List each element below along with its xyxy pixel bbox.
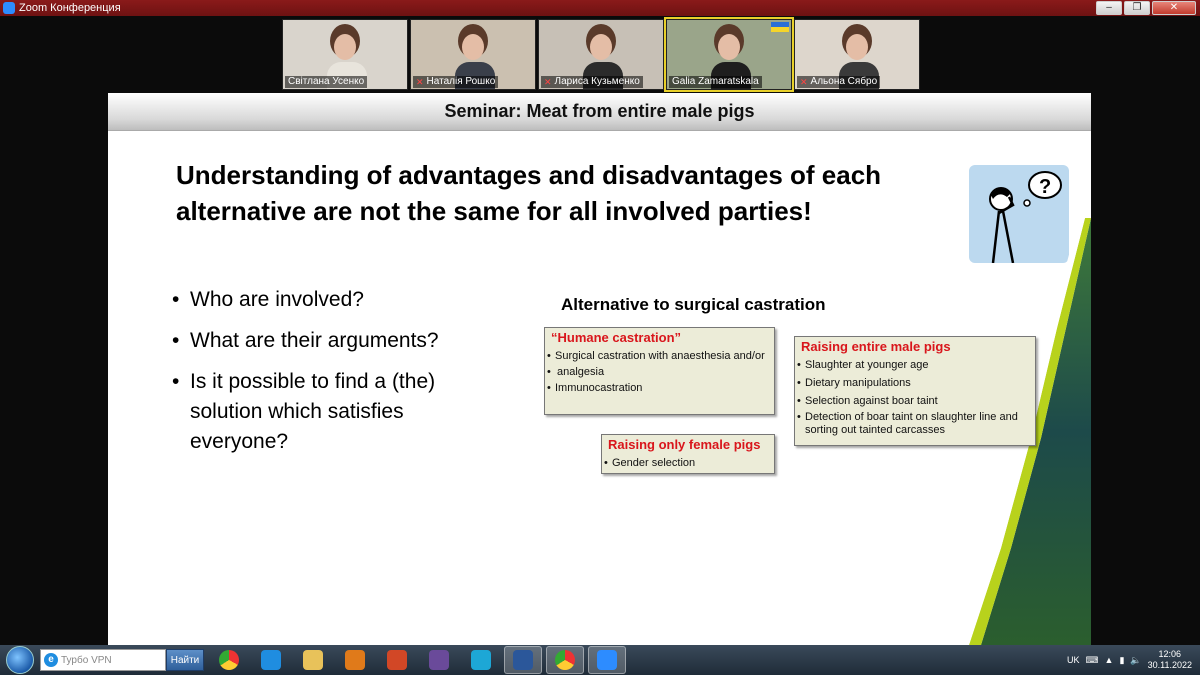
muted-mic-icon: ✕ (800, 77, 808, 87)
slide-heading: Understanding of advantages and disadvan… (176, 160, 882, 226)
keyboard-icon: ⌨ (1085, 654, 1099, 665)
taskbar-app-chrome-icon[interactable] (210, 646, 248, 674)
taskbar-app-edge-icon[interactable] (462, 646, 500, 674)
chrome-icon (219, 650, 239, 670)
maximize-button[interactable]: ❐ (1124, 1, 1150, 15)
bullet-arguments: What are their arguments? (172, 326, 502, 356)
participant-name: Galia Zamaratskala (669, 76, 762, 88)
taskbar-app-word-icon[interactable] (504, 646, 542, 674)
bullet-solution: Is it possible to find a (the) solution … (172, 367, 502, 457)
participant-name: Світлана Усенко (285, 76, 368, 88)
search-input[interactable]: e Турбо VPN (40, 649, 166, 671)
windows-taskbar: e Турбо VPN Найти UK ⌨ ▲ ▮ 🔈 12:06 30.11… (0, 645, 1200, 675)
box-item: Slaughter at younger age (797, 357, 1035, 373)
powerpoint-icon (387, 650, 407, 670)
participant-tile[interactable]: Світлана Усенко (282, 19, 408, 90)
media-player-icon (345, 650, 365, 670)
language-indicator[interactable]: UK (1067, 655, 1080, 665)
slide-header: Seminar: Meat from entire male pigs (108, 93, 1091, 131)
window-title-bar[interactable]: Zoom Конференция – ❐ ✕ (0, 0, 1200, 16)
system-tray: UK ⌨ ▲ ▮ 🔈 12:06 30.11.2022 (1067, 645, 1192, 675)
edge-icon (471, 650, 491, 670)
box-item: Selection against boar taint (797, 393, 1035, 409)
ukraine-flag-icon (771, 22, 789, 32)
taskbar-app-film-icon[interactable] (420, 646, 458, 674)
pinned-apps (210, 646, 626, 674)
box-item: Immunocastration (547, 380, 774, 396)
show-hidden-icons[interactable]: ▲ (1105, 655, 1114, 665)
taskbar-app-ie-icon[interactable] (252, 646, 290, 674)
taskbar-app-media-player-icon[interactable] (336, 646, 374, 674)
box-item-continuation: analgesia (547, 364, 774, 380)
muted-mic-icon: ✕ (416, 77, 424, 87)
zoom-icon (597, 650, 617, 670)
zoom-app-icon (3, 2, 15, 14)
humane-castration-title: “Humane castration” (551, 330, 682, 345)
participant-name: ✕ Альона Сябро (797, 76, 881, 88)
folder-icon (303, 650, 323, 670)
alternatives-title: Alternative to surgical castration (561, 295, 826, 314)
entire-male-pigs-title: Raising entire male pigs (801, 339, 951, 354)
start-button[interactable] (6, 646, 34, 674)
window-title: Zoom Конференция (19, 2, 121, 14)
participant-name: ✕ Лариса Кузьменко (541, 76, 643, 88)
shared-slide: Seminar: Meat from entire male pigs Unde… (108, 93, 1091, 645)
participant-tile[interactable]: Galia Zamaratskala (664, 17, 794, 92)
box-item: Detection of boar taint on slaughter lin… (797, 411, 1035, 437)
clock[interactable]: 12:06 30.11.2022 (1148, 649, 1192, 671)
box-item: Dietary manipulations (797, 375, 1035, 391)
box-item: Surgical castration with anaesthesia and… (547, 348, 774, 364)
chrome-icon (555, 650, 575, 670)
svg-text:?: ? (1039, 176, 1051, 198)
ie-icon (261, 650, 281, 670)
female-pigs-title: Raising only female pigs (608, 437, 761, 452)
humane-castration-box: “Humane castration” Surgical castration … (544, 327, 775, 415)
clock-time: 12:06 (1158, 649, 1182, 659)
search-go-button[interactable]: Найти (166, 649, 204, 671)
box-item: Gender selection (604, 455, 774, 471)
taskbar-app-powerpoint-icon[interactable] (378, 646, 416, 674)
ie-search-icon: e (44, 653, 58, 667)
question-list: Who are involved? What are their argumen… (172, 285, 502, 468)
taskbar-app-chrome-icon[interactable] (546, 646, 584, 674)
female-pigs-box: Raising only female pigs Gender selectio… (601, 434, 775, 474)
word-icon (513, 650, 533, 670)
participant-strip: Світлана Усенко ✕ Наталія Рошко ✕ Лариса Куз… (282, 17, 920, 92)
participant-tile[interactable]: ✕ Наталія Рошко (410, 19, 536, 90)
participant-name: ✕ Наталія Рошко (413, 76, 499, 88)
taskbar-app-zoom-icon[interactable] (588, 646, 626, 674)
minimize-button[interactable]: – (1096, 1, 1122, 15)
muted-mic-icon: ✕ (544, 77, 552, 87)
film-icon (429, 650, 449, 670)
network-icon[interactable]: ▮ (1119, 655, 1124, 666)
participant-tile[interactable]: ✕ Лариса Кузьменко (538, 19, 664, 90)
close-button[interactable]: ✕ (1152, 1, 1196, 15)
participant-tile[interactable]: ✕ Альона Сябро (794, 19, 920, 90)
bullet-who-involved: Who are involved? (172, 285, 502, 315)
clock-date: 30.11.2022 (1147, 660, 1192, 670)
volume-icon[interactable]: 🔈 (1130, 655, 1141, 666)
taskbar-app-folder-icon[interactable] (294, 646, 332, 674)
entire-male-pigs-box: Raising entire male pigs Slaughter at yo… (794, 336, 1036, 446)
